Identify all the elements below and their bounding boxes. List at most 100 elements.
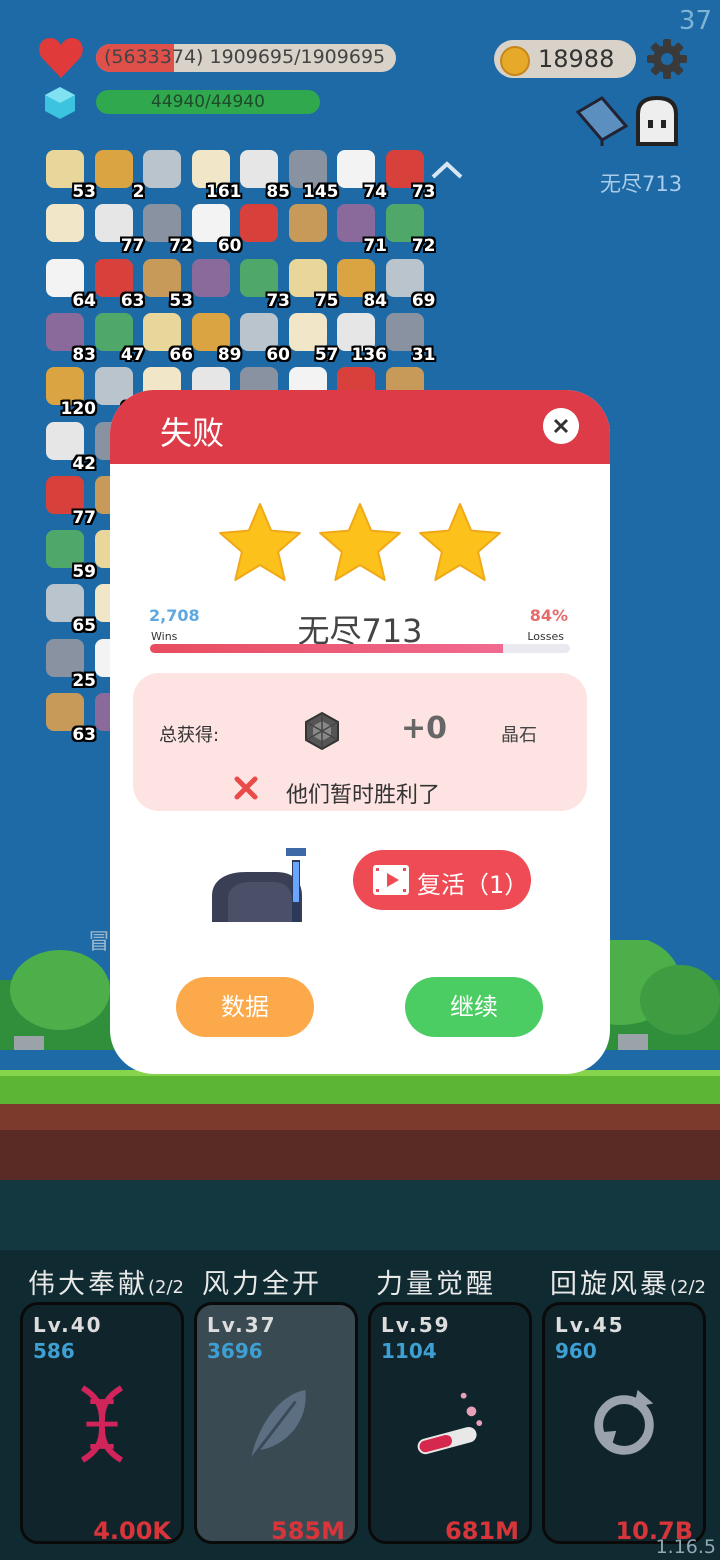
reward-currency: 晶石	[501, 725, 537, 746]
inventory-item[interactable]: 60	[238, 312, 290, 365]
item-icon	[191, 258, 230, 297]
dialog-title: 失败	[160, 414, 225, 452]
inventory-item[interactable]: 42	[44, 421, 96, 474]
skill-cost: 4.00K	[93, 1517, 171, 1545]
inventory-item[interactable]: 71	[335, 204, 387, 256]
inventory-item[interactable]	[141, 150, 185, 194]
item-icon	[94, 150, 133, 188]
inventory-item[interactable]: 75	[287, 258, 339, 311]
crystal-icon	[305, 711, 339, 751]
potion-icon	[417, 1392, 483, 1455]
reward-label: 总获得:	[159, 725, 220, 746]
inventory-item[interactable]: 63	[93, 258, 145, 311]
revive-button[interactable]: 复活（1）	[353, 850, 531, 910]
mana-bar: 44940/44940	[96, 90, 320, 114]
inventory-item[interactable]: 89	[190, 312, 242, 365]
inventory-item[interactable]: 60	[190, 204, 242, 256]
coin-value: 18988	[538, 45, 615, 73]
inventory-item[interactable]: 53	[44, 150, 96, 202]
skill-card[interactable]: Lv.59 1104 681M	[368, 1302, 532, 1545]
mana-text: 44940/44940	[151, 92, 265, 112]
star-icon	[219, 503, 301, 581]
inventory-item[interactable]: 59	[44, 530, 96, 582]
item-count: 145	[303, 182, 339, 202]
dirt-layer-deep	[0, 1130, 720, 1180]
loss-percent: 84%	[529, 606, 568, 625]
coin-counter[interactable]: 18988	[494, 40, 636, 78]
skill-panel-top	[0, 1180, 720, 1250]
item-icon	[143, 150, 181, 188]
item-count: 120	[60, 399, 97, 420]
feather-icon	[249, 1389, 306, 1461]
skill-level: Lv.40	[33, 1313, 103, 1337]
inventory-item[interactable]: 73	[384, 150, 436, 202]
inventory-item[interactable]: 63	[44, 693, 96, 745]
skill-card[interactable]: Lv.40 586 4.00K	[20, 1302, 184, 1545]
inventory-item[interactable]: 2	[93, 150, 145, 202]
skill-card[interactable]: Lv.45 960 10.7B	[542, 1302, 706, 1545]
skill-level: Lv.37	[207, 1313, 277, 1337]
inventory-item[interactable]: 161	[190, 150, 242, 202]
inventory-item[interactable]: 83	[44, 312, 96, 365]
close-icon[interactable]	[543, 408, 579, 444]
banner-flag-icon[interactable]	[574, 96, 630, 146]
star-icon	[419, 503, 501, 581]
ghost-icon[interactable]	[632, 96, 682, 148]
defeat-dialog: 失败 2,708 Wins 无尽713 84% Losses 总获得: +0 晶…	[110, 390, 610, 1074]
inventory-item[interactable]: 47	[93, 312, 145, 365]
inventory-item[interactable]: 72	[384, 204, 436, 256]
skill-title: 风力全开	[202, 1262, 322, 1301]
inventory-item[interactable]: 53	[141, 258, 193, 311]
dna-icon	[80, 1385, 124, 1463]
obscured-text: 冒	[88, 930, 111, 955]
inventory-item[interactable]	[287, 204, 331, 248]
skill-cost: 681M	[445, 1517, 519, 1545]
item-count: 31	[411, 344, 436, 365]
defeat-message: 他们暂时胜利了	[286, 783, 441, 808]
skill-title-text: 伟大奉献	[28, 1269, 148, 1300]
inventory-item[interactable]	[44, 204, 88, 248]
skill-title-text: 力量觉醒	[376, 1269, 496, 1300]
item-count: 72	[411, 236, 436, 257]
skill-value: 3696	[207, 1339, 263, 1363]
heart-icon	[39, 38, 83, 78]
win-loss-bar-fill	[150, 644, 503, 653]
mana-gem-icon	[45, 87, 75, 119]
inventory-item[interactable]	[190, 258, 234, 303]
inventory-item[interactable]: 65	[44, 584, 96, 636]
inventory-item[interactable]: 120	[44, 367, 96, 419]
video-icon	[373, 865, 409, 895]
continue-button[interactable]: 继续	[405, 977, 543, 1037]
chevron-up-icon[interactable]	[430, 160, 464, 180]
inventory-item[interactable]: 74	[335, 150, 387, 202]
skill-level: Lv.59	[381, 1313, 451, 1337]
item-count: 136	[351, 344, 388, 365]
inventory-item[interactable]: 72	[141, 204, 193, 256]
inventory-item[interactable]: 136	[335, 312, 387, 365]
inventory-item[interactable]: 57	[287, 312, 339, 365]
inventory-item[interactable]: 77	[93, 204, 145, 256]
reward-value: +0	[401, 711, 448, 746]
inventory-item[interactable]	[238, 204, 282, 248]
loss-label: Losses	[527, 630, 564, 643]
inventory-item[interactable]: 64	[44, 258, 96, 311]
skill-title-text: 风力全开	[202, 1269, 322, 1300]
skill-value: 960	[555, 1339, 597, 1363]
inventory-item[interactable]: 25	[44, 638, 96, 691]
inventory-item[interactable]: 31	[384, 312, 436, 365]
gear-icon[interactable]	[646, 38, 688, 80]
inventory-item[interactable]: 69	[384, 258, 436, 311]
inventory-item[interactable]: 145	[287, 150, 339, 202]
skill-title-text: 回旋风暴	[550, 1269, 670, 1300]
skill-title: 伟大奉献(2/2	[28, 1262, 184, 1301]
skill-card[interactable]: Lv.37 3696 585M	[194, 1302, 358, 1545]
inventory-item[interactable]: 84	[335, 258, 387, 311]
inventory-item[interactable]: 73	[238, 258, 290, 311]
inventory-item[interactable]: 77	[44, 475, 96, 528]
inventory-item[interactable]: 85	[238, 150, 290, 202]
star-icon	[319, 503, 401, 581]
inventory-item[interactable]: 66	[141, 312, 193, 365]
item-count: 69	[411, 290, 436, 311]
data-button[interactable]: 数据	[176, 977, 314, 1037]
skill-title-suffix: (2/2	[670, 1277, 706, 1298]
